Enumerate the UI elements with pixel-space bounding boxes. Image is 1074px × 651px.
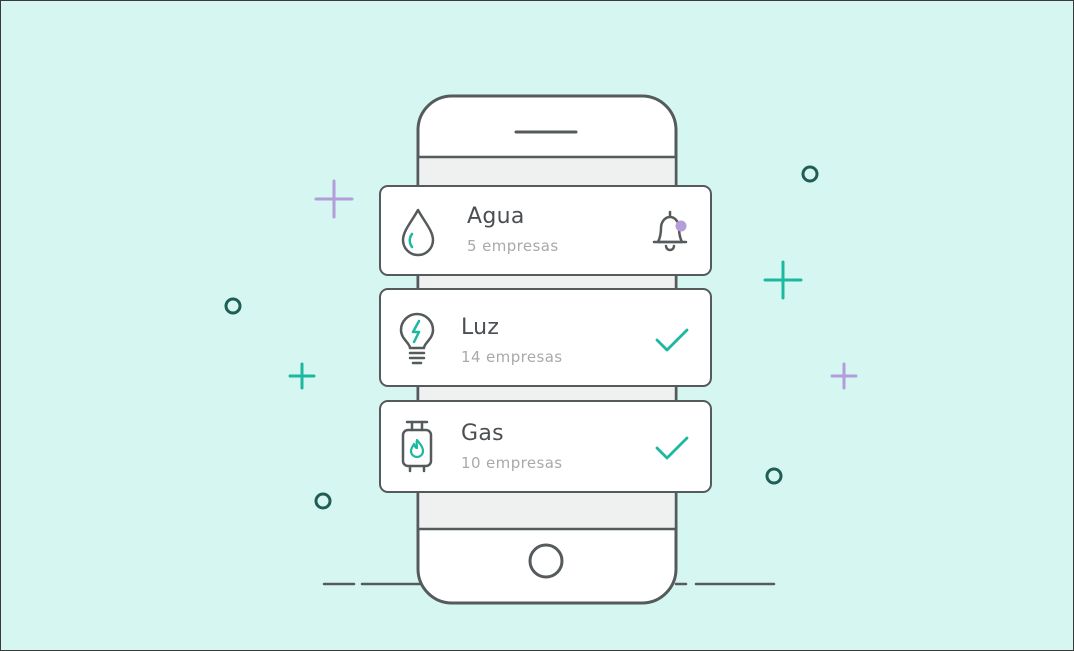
water-drop-icon xyxy=(401,208,435,257)
service-subtitle: 14 empresas xyxy=(461,348,563,366)
plus-decoration xyxy=(314,179,354,219)
service-title: Luz xyxy=(461,315,500,340)
service-card-luz[interactable]: Luz 14 empresas xyxy=(379,288,712,387)
light-bulb-icon xyxy=(399,312,435,365)
service-title: Gas xyxy=(461,421,504,446)
checkmark-icon xyxy=(655,328,689,352)
circle-decoration xyxy=(314,492,332,510)
service-title: Agua xyxy=(467,204,525,229)
plus-decoration xyxy=(763,260,803,300)
bell-notification-icon[interactable] xyxy=(650,208,694,254)
service-subtitle: 10 empresas xyxy=(461,454,563,472)
plus-decoration xyxy=(288,362,316,390)
home-button xyxy=(528,543,564,579)
service-subtitle: 5 empresas xyxy=(467,237,559,255)
service-card-agua[interactable]: Agua 5 empresas xyxy=(379,185,712,276)
circle-decoration xyxy=(801,165,819,183)
gas-cylinder-icon xyxy=(401,420,433,473)
checkmark-icon xyxy=(655,436,689,460)
service-card-gas[interactable]: Gas 10 empresas xyxy=(379,400,712,493)
plus-decoration xyxy=(830,362,858,390)
circle-decoration xyxy=(224,297,242,315)
circle-decoration xyxy=(765,467,783,485)
